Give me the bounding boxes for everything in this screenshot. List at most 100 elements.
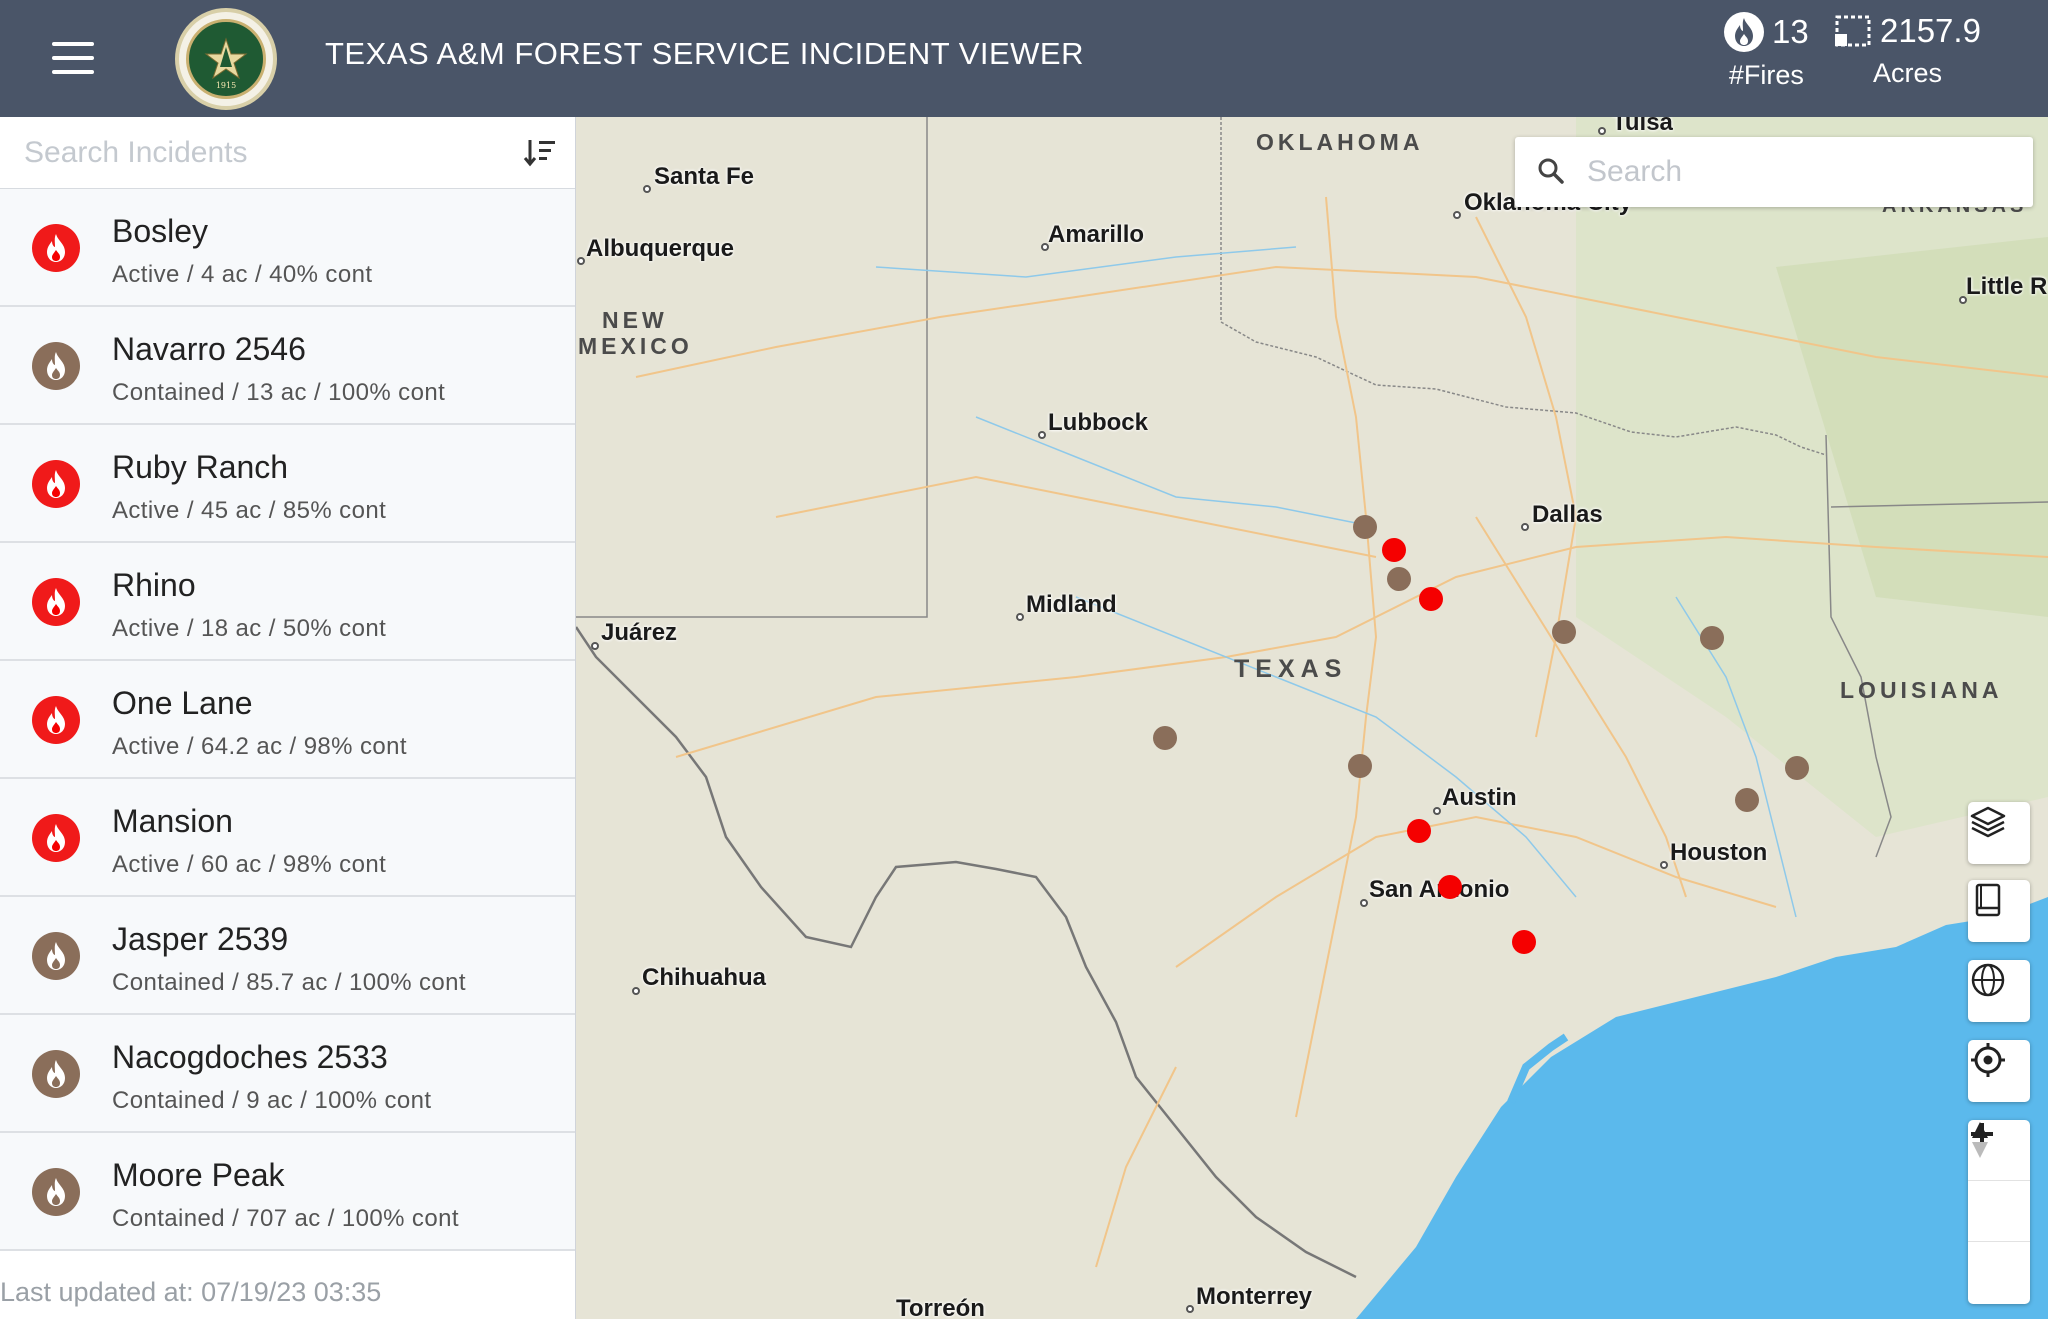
map-view[interactable]: OKLAHOMA NEW MEXICO TEXAS LOUISIANA ARKA… xyxy=(576,117,2048,1319)
incident-list-item[interactable]: One Lane Active / 64.2 ac / 98% cont xyxy=(0,661,575,779)
region-label-mexico: MEXICO xyxy=(578,333,693,359)
fire-marker-active[interactable] xyxy=(1419,587,1443,611)
city-marker xyxy=(643,185,651,193)
region-label-louisiana: LOUISIANA xyxy=(1840,677,2003,703)
acres-value: 2157.9 xyxy=(1880,12,1981,49)
search-icon xyxy=(1538,158,1564,184)
incident-meta: Active / 4 ac / 40% cont xyxy=(112,261,373,288)
fire-marker-contained[interactable] xyxy=(1153,726,1177,750)
fire-icon xyxy=(32,814,80,862)
incident-name: Navarro 2546 xyxy=(112,331,306,367)
locate-button[interactable] xyxy=(1968,1040,2030,1102)
fires-count-stat: 13 #Fires xyxy=(1724,12,1809,91)
fire-marker-contained[interactable] xyxy=(1552,620,1576,644)
city-label-little-rock: Little Rock xyxy=(1966,273,2048,300)
incident-list-item[interactable]: Nacogdoches 2533 Contained / 9 ac / 100%… xyxy=(0,1015,575,1133)
acres-label: Acres xyxy=(1872,58,1942,88)
incident-name: Rhino xyxy=(112,567,196,603)
city-label-dallas: Dallas xyxy=(1532,501,1603,528)
city-marker xyxy=(591,642,599,650)
fire-icon xyxy=(32,696,80,744)
fire-marker-contained[interactable] xyxy=(1735,788,1759,812)
incident-list-item[interactable]: Ruby Ranch Active / 45 ac / 85% cont xyxy=(0,425,575,543)
region-label-new: NEW xyxy=(602,307,668,333)
city-marker xyxy=(1038,431,1046,439)
book-icon xyxy=(1975,883,2001,917)
fire-icon xyxy=(32,1050,80,1098)
city-marker xyxy=(1598,127,1606,135)
fire-icon xyxy=(32,1168,80,1216)
incident-name: Mansion xyxy=(112,803,233,839)
fire-marker-active[interactable] xyxy=(1407,819,1431,843)
incident-list-item[interactable]: Mansion Active / 60 ac / 98% cont xyxy=(0,779,575,897)
menu-icon-bar xyxy=(52,70,94,74)
region-label-texas: TEXAS xyxy=(1234,655,1348,683)
city-marker xyxy=(1360,899,1368,907)
city-label-midland: Midland xyxy=(1026,591,1117,618)
fire-icon xyxy=(32,578,80,626)
menu-icon-bar xyxy=(52,42,94,46)
search-incidents-input[interactable] xyxy=(0,117,500,189)
zoom-out-button[interactable] xyxy=(1968,1132,2030,1242)
fire-marker-contained[interactable] xyxy=(1353,515,1377,539)
city-marker xyxy=(1016,613,1024,621)
fire-marker-contained[interactable] xyxy=(1348,754,1372,778)
incident-meta: Contained / 707 ac / 100% cont xyxy=(112,1205,459,1232)
area-icon xyxy=(1835,15,1871,47)
compass-icon xyxy=(1972,1122,1988,1158)
fire-marker-active[interactable] xyxy=(1438,875,1462,899)
incident-name: Moore Peak xyxy=(112,1157,285,1193)
globe-icon xyxy=(1971,963,2005,997)
fire-marker-contained[interactable] xyxy=(1700,626,1724,650)
star-tree-icon xyxy=(204,37,248,80)
map-search-box xyxy=(1515,137,2033,207)
city-marker xyxy=(1186,1305,1194,1313)
app-header: 1915 TEXAS A&M FOREST SERVICE INCIDENT V… xyxy=(0,0,2048,117)
menu-icon-bar xyxy=(52,56,94,60)
compass-button[interactable] xyxy=(1968,1122,2030,1303)
app-title: TEXAS A&M FOREST SERVICE INCIDENT VIEWER xyxy=(325,36,1084,71)
incident-list-item[interactable]: Rhino Active / 18 ac / 50% cont xyxy=(0,543,575,661)
fires-label: #Fires xyxy=(1728,60,1804,90)
fire-icon xyxy=(32,224,80,272)
layers-button[interactable] xyxy=(1968,802,2030,864)
layers-icon xyxy=(1970,806,2006,838)
fire-marker-active[interactable] xyxy=(1512,930,1536,954)
incident-meta: Contained / 85.7 ac / 100% cont xyxy=(112,969,466,996)
zoom-controls xyxy=(1968,1120,2030,1304)
fire-marker-contained[interactable] xyxy=(1785,756,1809,780)
fire-marker-active[interactable] xyxy=(1382,538,1406,562)
city-label-houston: Houston xyxy=(1670,839,1768,866)
incident-list-item[interactable]: Jasper 2539 Contained / 85.7 ac / 100% c… xyxy=(0,897,575,1015)
fire-icon xyxy=(32,932,80,980)
city-marker xyxy=(1433,807,1441,815)
logo-year: 1915 xyxy=(215,81,237,90)
incident-list-item[interactable]: Moore Peak Contained / 707 ac / 100% con… xyxy=(0,1133,575,1251)
incident-meta: Active / 60 ac / 98% cont xyxy=(112,851,387,878)
incident-name: Ruby Ranch xyxy=(112,449,289,485)
incident-list-item[interactable]: Bosley Active / 4 ac / 40% cont xyxy=(0,189,575,307)
city-label-albuquerque: Albuquerque xyxy=(586,235,734,262)
sort-icon xyxy=(523,140,555,167)
fire-icon xyxy=(1724,12,1764,52)
city-label-chihuahua: Chihuahua xyxy=(642,964,766,991)
incident-search-bar xyxy=(0,117,575,189)
city-label-austin: Austin xyxy=(1442,784,1517,811)
city-marker xyxy=(632,987,640,995)
sort-button[interactable] xyxy=(523,137,557,169)
legend-button[interactable] xyxy=(1968,880,2030,942)
incident-meta: Contained / 9 ac / 100% cont xyxy=(112,1087,432,1114)
forest-service-logo: 1915 xyxy=(175,8,277,110)
city-marker xyxy=(1521,523,1529,531)
city-label-torreon: Torreón xyxy=(896,1295,985,1319)
hamburger-menu-button[interactable] xyxy=(40,28,104,88)
incident-list-item[interactable]: Navarro 2546 Contained / 13 ac / 100% co… xyxy=(0,307,575,425)
incident-name: Nacogdoches 2533 xyxy=(112,1039,388,1075)
incident-name: Bosley xyxy=(112,213,209,249)
city-label-tulsa: Tulsa xyxy=(1612,117,1673,136)
city-label-monterrey: Monterrey xyxy=(1196,1283,1313,1310)
map-search-input[interactable] xyxy=(1587,137,2017,207)
basemap xyxy=(576,117,2048,1319)
fire-marker-contained[interactable] xyxy=(1387,567,1411,591)
basemap-button[interactable] xyxy=(1968,960,2030,1022)
